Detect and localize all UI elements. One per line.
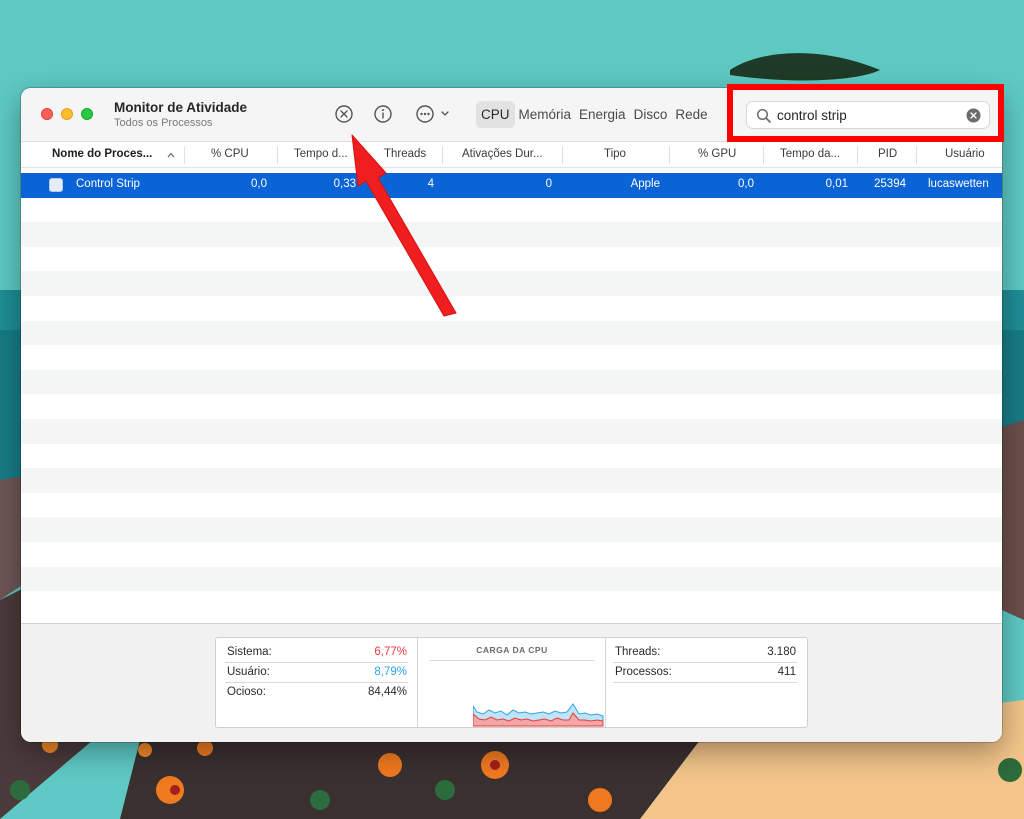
empty-row xyxy=(21,394,1002,419)
cpu-load-title: CARGA DA CPU xyxy=(476,645,548,655)
col-process-name[interactable]: Nome do Proces... xyxy=(52,148,152,160)
empty-row xyxy=(21,247,1002,272)
column-divider xyxy=(916,146,917,164)
user-label: Usuário: xyxy=(227,666,270,678)
column-divider xyxy=(562,146,563,164)
threads-value: 3.180 xyxy=(767,646,796,658)
process-name: Control Strip xyxy=(76,178,140,190)
process-kind: Apple xyxy=(630,178,660,190)
minimize-window-button[interactable] xyxy=(61,108,73,120)
cpu-load-graph: CARGA DA CPU xyxy=(418,638,606,727)
processes-label: Processos: xyxy=(615,666,672,678)
divider xyxy=(430,660,594,661)
window-subtitle: Todos os Processos xyxy=(114,117,213,129)
zoom-window-button[interactable] xyxy=(81,108,93,120)
empty-row xyxy=(21,345,1002,370)
red-arrow-annotation xyxy=(351,134,457,317)
col-kind[interactable]: Tipo xyxy=(604,148,626,160)
empty-row xyxy=(21,419,1002,444)
cpu-summary-panel: Sistema: 6,77% Usuário: 8,79% Ocioso: 84… xyxy=(21,623,1002,742)
empty-row xyxy=(21,517,1002,542)
column-divider xyxy=(669,146,670,164)
table-header: Nome do Proces... % CPU Tempo d... Threa… xyxy=(21,142,1002,168)
divider xyxy=(613,682,797,683)
idle-label: Ocioso: xyxy=(227,686,266,698)
process-user: lucaswetten xyxy=(928,178,989,190)
tab-energy[interactable]: Energia xyxy=(575,101,630,128)
divider xyxy=(225,662,408,663)
process-wakeups: 0 xyxy=(545,178,552,190)
system-value: 6,77% xyxy=(374,646,407,658)
tab-cpu[interactable]: CPU xyxy=(476,101,515,128)
tab-network[interactable]: Rede xyxy=(671,101,711,128)
col-gpu-percent[interactable]: % GPU xyxy=(698,148,736,160)
col-pid[interactable]: PID xyxy=(878,148,897,160)
cpu-usage-breakdown: Sistema: 6,77% Usuário: 8,79% Ocioso: 84… xyxy=(216,638,418,727)
table-row[interactable]: Control Strip 0,0 0,33 4 0 Apple 0,0 0,0… xyxy=(21,173,1002,198)
process-pid: 25394 xyxy=(874,178,906,190)
divider xyxy=(613,662,797,663)
idle-value: 84,44% xyxy=(367,686,407,698)
empty-row xyxy=(21,271,1002,296)
col-wakeups[interactable]: Ativações Dur... xyxy=(462,148,543,160)
cpu-stats-box: Sistema: 6,77% Usuário: 8,79% Ocioso: 84… xyxy=(215,637,808,728)
empty-row xyxy=(21,444,1002,469)
threads-label: Threads: xyxy=(615,646,661,658)
empty-row xyxy=(21,296,1002,321)
empty-row xyxy=(21,369,1002,395)
processes-value: 411 xyxy=(777,666,796,678)
column-divider xyxy=(857,146,858,164)
empty-row xyxy=(21,222,1002,247)
user-value: 8,79% xyxy=(374,666,407,678)
tab-memory[interactable]: Memória xyxy=(515,101,576,128)
col-gpu-time[interactable]: Tempo da... xyxy=(780,148,840,160)
category-tabs: CPU Memória Energia Disco Rede xyxy=(476,101,724,128)
cpu-load-sparkline xyxy=(473,703,604,727)
window-title: Monitor de Atividade xyxy=(114,100,248,115)
empty-row xyxy=(21,320,1002,346)
divider xyxy=(225,682,408,683)
process-cpu: 0,0 xyxy=(251,178,267,190)
process-icon xyxy=(49,178,63,192)
empty-row xyxy=(21,468,1002,493)
empty-row xyxy=(21,493,1002,518)
column-divider xyxy=(277,146,278,164)
sort-ascending-icon xyxy=(167,152,175,158)
tab-disk[interactable]: Disco xyxy=(630,101,672,128)
process-gpu-time: 0,01 xyxy=(825,178,848,190)
empty-row xyxy=(21,542,1002,567)
empty-row xyxy=(21,198,1002,223)
activity-monitor-window: Monitor de Atividade Todos os Processos xyxy=(21,88,1002,742)
empty-row xyxy=(21,591,1002,616)
thread-process-counts: Threads: 3.180 Processos: 411 xyxy=(606,638,807,727)
column-divider xyxy=(184,146,185,164)
system-label: Sistema: xyxy=(227,646,272,658)
col-cpu-percent[interactable]: % CPU xyxy=(211,148,249,160)
close-window-button[interactable] xyxy=(41,108,53,120)
process-table: Control Strip 0,0 0,33 4 0 Apple 0,0 0,0… xyxy=(21,173,1002,619)
search-highlight-annotation xyxy=(727,84,1004,142)
empty-row xyxy=(21,566,1002,592)
column-divider xyxy=(763,146,764,164)
process-gpu: 0,0 xyxy=(738,178,754,190)
col-user[interactable]: Usuário xyxy=(945,148,985,160)
